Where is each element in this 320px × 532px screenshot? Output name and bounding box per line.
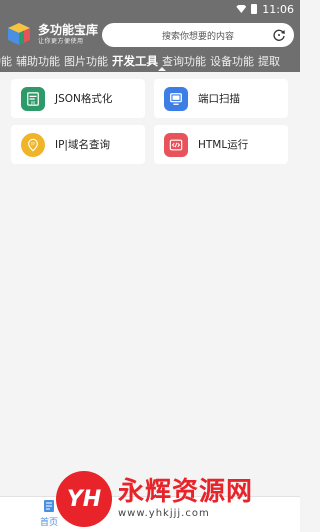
app-header: 多功能宝库 让你更方便使用 搜索你想要的内容 xyxy=(0,18,300,50)
watermark-title: 永辉资源网 xyxy=(118,477,254,507)
search-input[interactable]: 搜索你想要的内容 xyxy=(102,23,294,47)
svg-text:M: M xyxy=(31,100,35,106)
app-title: 多功能宝库 xyxy=(38,22,99,37)
active-tab-indicator xyxy=(158,67,166,71)
refresh-icon[interactable] xyxy=(272,28,286,42)
tab-item[interactable]: 提取 xyxy=(258,53,280,69)
tab-item[interactable]: 设备功能 xyxy=(210,53,254,69)
tab-item-active[interactable]: 开发工具 xyxy=(112,53,158,69)
watermark-url: www.yhkjjj.com xyxy=(118,508,210,519)
tab-item[interactable]: 辅助功能 xyxy=(16,53,60,69)
tool-label: IP|域名查询 xyxy=(55,139,110,151)
tab-item[interactable]: 图片功能 xyxy=(64,53,108,69)
tab-item[interactable]: 功能 xyxy=(0,53,12,69)
category-tabs: 功能 辅助功能 图片功能 开发工具 查询功能 设备功能 提取 xyxy=(0,50,300,72)
tool-label: 端口扫描 xyxy=(198,93,240,105)
app-slogan: 让你更方便使用 xyxy=(38,37,84,45)
monitor-icon xyxy=(164,86,188,111)
location-pin-icon: IP xyxy=(21,132,45,157)
watermark-badge: YH xyxy=(56,471,112,527)
tool-label: JSON格式化 xyxy=(55,93,113,105)
tab-item[interactable]: 查询功能 xyxy=(162,53,206,69)
tool-label: HTML运行 xyxy=(198,139,249,151)
wifi-icon xyxy=(236,5,247,13)
brand: 多功能宝库 让你更方便使用 xyxy=(38,24,98,45)
tool-card-port-scan[interactable]: 端口扫描 xyxy=(154,79,288,118)
tool-card-json[interactable]: M JSON格式化 xyxy=(11,79,145,118)
tool-card-ip-lookup[interactable]: IP IP|域名查询 xyxy=(11,125,145,164)
svg-text:IP: IP xyxy=(31,141,35,146)
watermark: YH 永辉资源网 www.yhkjjj.com xyxy=(56,470,253,528)
code-icon xyxy=(164,132,188,157)
json-document-icon: M xyxy=(21,86,45,111)
status-bar: 11:06 xyxy=(0,0,300,18)
tool-card-html-run[interactable]: HTML运行 xyxy=(154,125,288,164)
status-time: 11:06 xyxy=(262,2,294,16)
app-logo-icon xyxy=(6,21,32,47)
search-placeholder: 搜索你想要的内容 xyxy=(161,31,234,42)
home-icon xyxy=(44,500,54,512)
battery-icon xyxy=(251,4,258,14)
tool-grid: M JSON格式化 端口扫描 IP IP|域名查询 HTML运行 xyxy=(0,72,300,496)
